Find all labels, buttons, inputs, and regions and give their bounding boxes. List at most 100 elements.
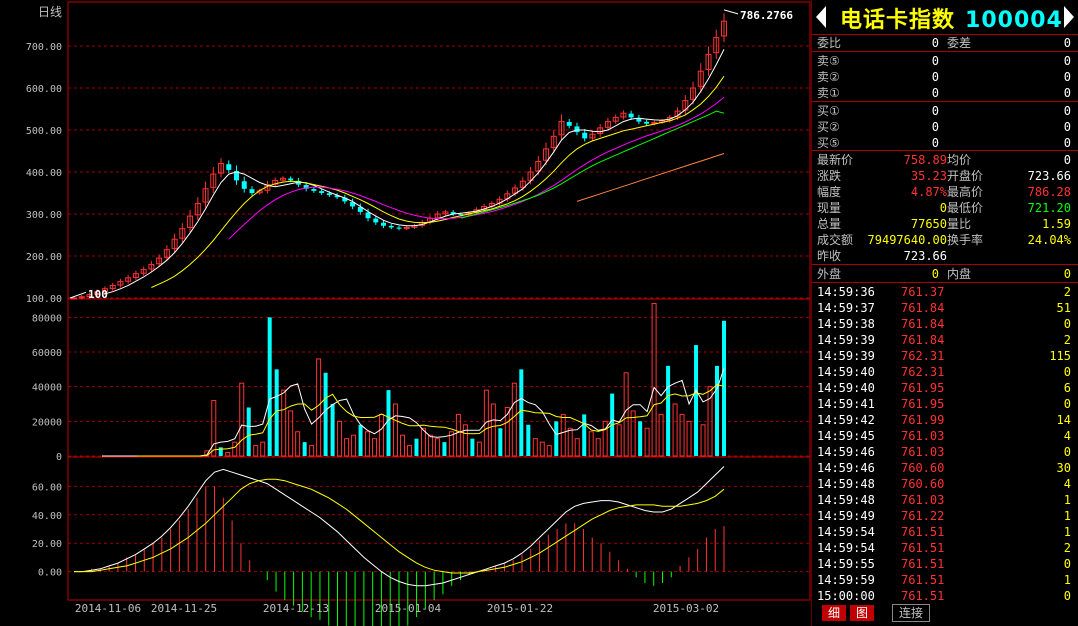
volume-bar (462, 424, 468, 457)
ask-price: 0 (931, 70, 939, 84)
volume-bar (658, 413, 664, 457)
tick-row: 14:59:36 761.37 2 (815, 284, 1075, 300)
quote-label: 现量 (817, 201, 842, 215)
tab-detail[interactable]: 细 (822, 605, 847, 621)
tick-price: 761.37 (901, 285, 945, 299)
field-label: 委比 (817, 36, 842, 50)
tick-time: 14:59:38 (817, 317, 875, 331)
panel-title: 电话卡指数 100004 (812, 0, 1078, 35)
quote-row: 最新价 758.89 均价 0 (815, 152, 1075, 168)
tick-row: 14:59:46 761.03 0 (815, 444, 1075, 460)
price-tick-label: 500.00 (26, 126, 62, 137)
volume-bar (358, 424, 363, 456)
volume-bar (246, 407, 251, 456)
tick-price: 761.51 (901, 573, 945, 587)
quote-value: 1.59 (1042, 217, 1071, 231)
price-tick-label: 300.00 (26, 210, 62, 221)
volume-tick-label: 20000 (32, 417, 62, 428)
kline-chart[interactable]: 700.00 600.00 500.00 400.00 300.00 200.00 100.… (0, 0, 812, 626)
panel-separator (812, 264, 1078, 265)
volume-bar (260, 441, 266, 457)
ask-volume: 0 (1063, 86, 1071, 100)
tick-row: 14:59:41 761.95 0 (815, 396, 1075, 412)
volume-bar (309, 445, 315, 457)
last-price-label: 786.2766 (740, 9, 793, 22)
ask-price: 0 (931, 86, 939, 100)
prev-arrow-icon[interactable] (816, 6, 826, 28)
volume-bar (694, 345, 699, 456)
start-price-label: 100 (88, 288, 108, 301)
ask-row: 卖① 0 0 (815, 85, 1075, 101)
tick-price: 761.95 (901, 381, 945, 395)
volume-bar (232, 441, 238, 457)
tick-volume: 1 (1063, 525, 1071, 539)
tick-volume: 0 (1063, 445, 1071, 459)
tick-price: 760.60 (901, 461, 945, 475)
tab-connect[interactable]: 连接 (892, 604, 931, 622)
quote-label: 量比 (947, 217, 972, 231)
tick-row: 14:59:39 761.84 2 (815, 332, 1075, 348)
outer-inner-row: 外盘 0 内盘 0 (815, 266, 1075, 282)
quote-label: 成交额 (817, 233, 854, 247)
price-tick-label: 100.00 (26, 294, 62, 305)
ma-line-ma5 (576, 153, 725, 202)
candle-body (288, 178, 294, 181)
volume-bar (532, 438, 538, 457)
tick-time: 14:59:46 (817, 461, 875, 475)
quote-value: 0 (939, 201, 947, 215)
tick-row: 14:59:55 761.51 0 (815, 556, 1075, 572)
volume-bar (679, 413, 685, 457)
quote-row: 昨收 723.66 (815, 248, 1075, 264)
volume-tick-label: 40000 (32, 383, 62, 394)
tick-volume: 1 (1063, 493, 1071, 507)
price-tick-label: 600.00 (26, 84, 62, 95)
inner-label: 内盘 (947, 267, 972, 281)
tick-volume: 2 (1063, 333, 1071, 347)
tick-row: 14:59:54 761.51 2 (815, 540, 1075, 556)
tick-row: 14:59:54 761.51 1 (815, 524, 1075, 540)
tab-chart[interactable]: 图 (850, 605, 875, 621)
tick-time: 14:59:37 (817, 301, 875, 315)
volume-bar (567, 427, 573, 457)
quote-label: 最高价 (947, 185, 984, 199)
tick-price: 761.84 (901, 333, 945, 347)
tick-time: 14:59:39 (817, 349, 875, 363)
macd-tick-label: 40.00 (32, 511, 62, 522)
next-arrow-icon[interactable] (1064, 6, 1074, 28)
tick-volume: 115 (1049, 349, 1071, 363)
tick-row: 14:59:38 761.84 0 (815, 316, 1075, 332)
tick-volume: 6 (1063, 381, 1071, 395)
volume-bar (560, 413, 566, 457)
volume-bar (644, 427, 650, 457)
index-name: 电话卡指数 (840, 8, 956, 33)
candle-body (396, 227, 402, 229)
tick-price: 761.99 (901, 413, 945, 427)
volume-bar (253, 445, 259, 457)
ask-volume: 0 (1063, 70, 1071, 84)
tick-time: 14:59:41 (817, 397, 875, 411)
tick-time: 14:59:48 (817, 477, 875, 491)
bid-volume: 0 (1063, 136, 1071, 150)
tick-price: 761.03 (901, 429, 945, 443)
volume-bar (651, 302, 657, 457)
tick-price: 761.03 (901, 493, 945, 507)
tick-price: 760.60 (901, 477, 945, 491)
tick-volume: 4 (1063, 429, 1071, 443)
macd-tick-label: 60.00 (32, 482, 62, 493)
tick-time: 14:59:54 (817, 541, 875, 555)
last-price-pointer (723, 9, 739, 15)
volume-bar (623, 372, 629, 457)
volume-bar (225, 452, 231, 457)
quote-value: 24.04% (1027, 233, 1071, 247)
volume-ma-line (136, 384, 725, 457)
panel-separator (812, 150, 1078, 151)
candle-body (373, 218, 379, 223)
ask-label: 卖② (817, 70, 840, 84)
candle-body (365, 212, 371, 219)
tick-time: 14:59:36 (817, 285, 875, 299)
volume-bar (588, 431, 594, 457)
quote-label: 开盘价 (947, 169, 984, 183)
candle-body (226, 164, 232, 170)
ask-label: 卖① (817, 86, 840, 100)
ask-volume: 0 (1063, 54, 1071, 68)
